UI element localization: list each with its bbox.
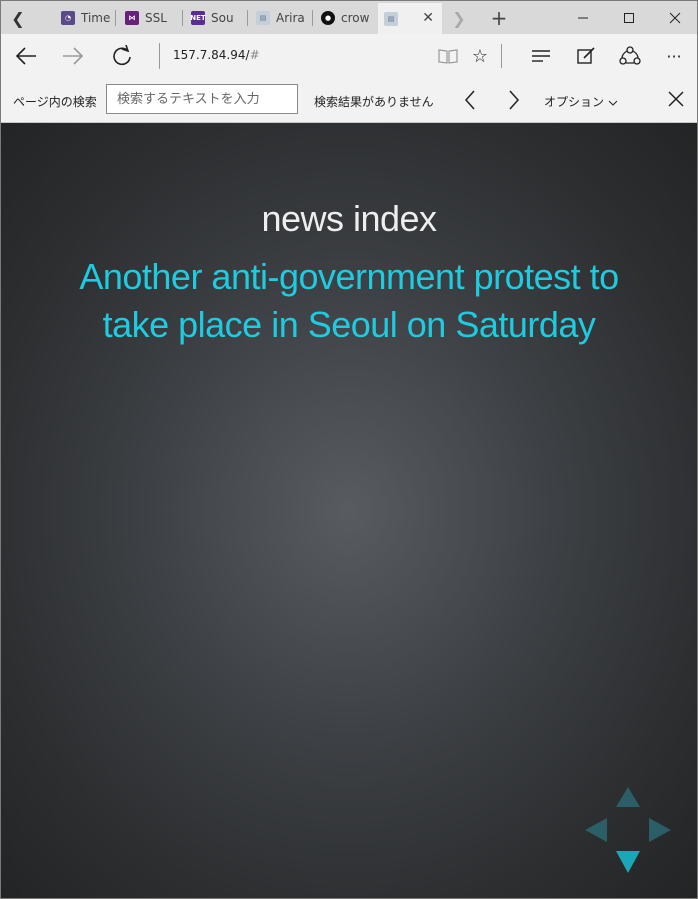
tab-4[interactable]: ▤ Arira xyxy=(250,5,308,31)
slide-controls xyxy=(585,787,671,873)
address-host: 157.7.84.94/ xyxy=(173,48,250,62)
reading-view-icon[interactable] xyxy=(435,43,461,69)
tab-scroll-left-icon[interactable]: ❮ xyxy=(5,5,31,31)
page-content: news index Another anti-government prote… xyxy=(1,123,697,898)
tab-strip: ❮ ◔ Time ⋈ SSL NET Sou ▤ Arira ● crow ▤ xyxy=(1,1,697,34)
forward-icon[interactable] xyxy=(59,42,87,70)
minimize-icon[interactable] xyxy=(560,1,606,34)
web-note-icon[interactable] xyxy=(573,43,599,69)
tab-title: Arira xyxy=(276,11,305,25)
tab-title: Sou xyxy=(211,11,234,25)
time-favicon-icon: ◔ xyxy=(61,11,75,25)
address-bar[interactable]: 157.7.84.94/# xyxy=(173,48,260,62)
page-icon: ▤ xyxy=(256,11,270,25)
navigate-up-icon[interactable] xyxy=(616,787,640,807)
tab-title: Time xyxy=(81,11,111,25)
find-close-icon[interactable] xyxy=(663,86,689,112)
find-input[interactable] xyxy=(106,84,298,114)
find-previous-icon[interactable] xyxy=(457,87,483,113)
navigate-left-icon[interactable] xyxy=(585,818,607,842)
tab-1[interactable]: ◔ Time xyxy=(55,5,111,31)
address-hash: # xyxy=(249,48,260,62)
find-label: ページ内の検索 xyxy=(13,95,97,109)
tab-2[interactable]: ⋈ SSL xyxy=(119,5,177,31)
navigate-right-icon[interactable] xyxy=(649,818,671,842)
page-icon: ▤ xyxy=(384,11,398,26)
new-tab-icon[interactable]: + xyxy=(486,5,512,31)
hub-icon[interactable] xyxy=(528,43,554,69)
tab-title: SSL xyxy=(145,11,167,25)
refresh-icon[interactable] xyxy=(108,42,136,70)
tab-scroll-right-icon[interactable]: ❯ xyxy=(446,5,472,31)
close-window-icon[interactable] xyxy=(652,1,697,34)
find-options-label: オプション xyxy=(544,95,605,109)
tab-active[interactable]: ▤ ✕ xyxy=(378,3,442,34)
navigation-bar: 157.7.84.94/# ☆ ··· xyxy=(1,34,697,78)
chevron-down-icon xyxy=(608,100,618,106)
favorite-star-icon[interactable]: ☆ xyxy=(467,43,493,69)
find-status: 検索結果がありません xyxy=(314,95,434,109)
close-tab-icon[interactable]: ✕ xyxy=(422,10,434,26)
more-icon[interactable]: ··· xyxy=(661,43,687,69)
github-icon: ● xyxy=(321,11,335,25)
navigate-down-icon[interactable] xyxy=(616,851,640,873)
dotnet-icon: NET xyxy=(190,11,206,25)
find-bar: ページ内の検索 検索結果がありません オプション xyxy=(1,78,697,123)
find-options-button[interactable]: オプション xyxy=(544,93,618,110)
tab-title: crow xyxy=(341,11,370,25)
find-next-icon[interactable] xyxy=(501,87,527,113)
back-icon[interactable] xyxy=(12,42,40,70)
slide-title: news index xyxy=(261,198,437,239)
tab-5[interactable]: ● crow xyxy=(315,5,377,31)
browser-window: ❮ ◔ Time ⋈ SSL NET Sou ▤ Arira ● crow ▤ xyxy=(0,0,698,899)
news-headline[interactable]: Another anti-government protest to take … xyxy=(61,253,637,349)
visual-studio-icon: ⋈ xyxy=(125,11,139,25)
tab-3[interactable]: NET Sou xyxy=(185,5,243,31)
maximize-icon[interactable] xyxy=(606,1,652,34)
share-icon[interactable] xyxy=(617,43,643,69)
